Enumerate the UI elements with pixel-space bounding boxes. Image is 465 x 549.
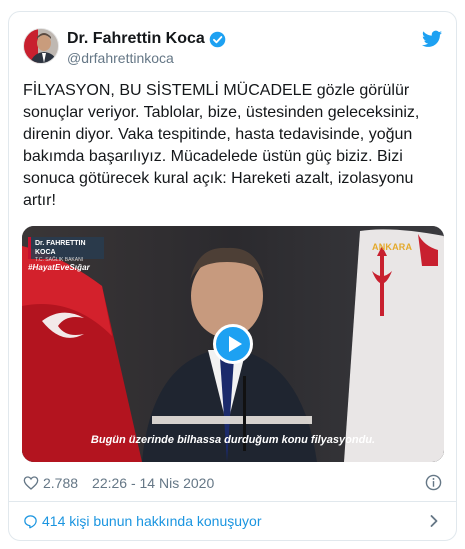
tweet-timestamp[interactable]: 22:26 - 14 Nis 2020 [92,475,214,491]
overlay-hashtag: #HayatEveSığar [28,263,90,272]
video-caption: Bugün üzerinde bilhassa durduğum konu fi… [90,434,376,446]
author-display-name-row[interactable]: Dr. Fahrettin Koca [67,29,226,49]
chevron-right-icon[interactable] [430,515,438,527]
tweet-text: FİLYASYON, BU SİSTEMLİ MÜCADELE gözle gö… [23,82,424,209]
author-display-name[interactable]: Dr. Fahrettin Koca [67,29,205,49]
author-handle[interactable]: @drfahrettinkoca [67,49,226,67]
tweet-header: Dr. Fahrettin Koca @drfahrettinkoca [23,28,442,68]
verified-badge-icon [209,31,226,47]
twitter-bird-icon[interactable] [422,30,442,48]
author-names: Dr. Fahrettin Koca @drfahrettinkoca [67,29,226,67]
overlay-logo: Dr. FAHRETTIN KOCA T.C. SAĞLIK BAKANI [28,237,104,263]
emblem-text: ANKARA [372,242,413,252]
conversation-text[interactable]: 414 kişi bunun hakkında konuşuyor [42,513,261,529]
like-count[interactable]: 2.788 [43,475,78,491]
tweet-card: Dr. Fahrettin Koca @drfahrettinkoca FİLY… [8,11,457,541]
heart-icon[interactable] [23,475,39,491]
tweet-meta: 2.788 22:26 - 14 Nis 2020 [23,473,442,493]
info-icon[interactable] [425,474,442,491]
divider [9,501,456,502]
reply-bubble-icon [24,514,37,528]
conversation-link[interactable]: 414 kişi bunun hakkında konuşuyor [23,511,442,531]
play-button[interactable] [213,324,253,364]
video-media[interactable]: Dr. FAHRETTIN KOCA T.C. SAĞLIK BAKANI #H… [22,226,444,462]
avatar[interactable] [23,28,59,64]
overlay-logo-name: Dr. FAHRETTIN KOCA [35,240,86,256]
play-icon [229,336,242,352]
